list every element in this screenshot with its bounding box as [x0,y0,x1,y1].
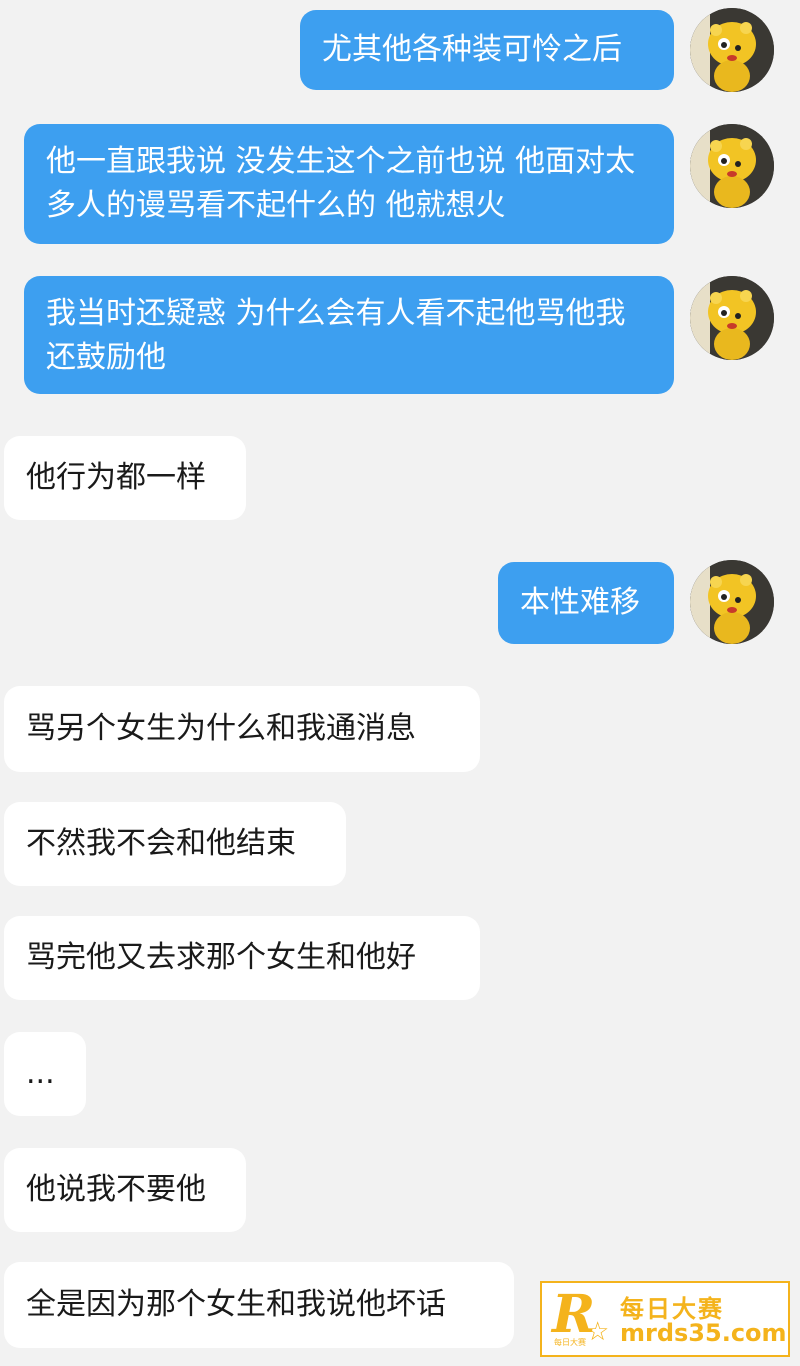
watermark-logo-caption: 每日大赛 [554,1338,586,1347]
received-message-bubble[interactable]: ... [4,1032,86,1116]
user-avatar[interactable] [690,560,774,644]
user-avatar[interactable] [690,124,774,208]
cartoon-character-avatar-icon [690,560,774,644]
sent-message-bubble[interactable]: 我当时还疑惑 为什么会有人看不起他骂他我还鼓励他 [24,276,674,394]
chat-message-list: 尤其他各种装可怜之后 他一直跟我说 没发生这个之前也说 他面对太多人的谩骂看不起… [0,0,800,1366]
user-avatar[interactable] [690,276,774,360]
star-icon: ☆ [586,1317,610,1347]
watermark-url: mrds35.com [620,1319,787,1347]
cartoon-character-avatar-icon [690,276,774,360]
received-message-bubble[interactable]: 不然我不会和他结束 [4,802,346,886]
sent-message-bubble[interactable]: 他一直跟我说 没发生这个之前也说 他面对太多人的谩骂看不起什么的 他就想火 [24,124,674,244]
cartoon-character-avatar-icon [690,124,774,208]
received-message-bubble[interactable]: 他行为都一样 [4,436,246,520]
sent-message-bubble[interactable]: 本性难移 [498,562,674,644]
received-message-bubble[interactable]: 骂完他又去求那个女生和他好 [4,916,480,1000]
received-message-bubble[interactable]: 他说我不要他 [4,1148,246,1232]
received-message-bubble[interactable]: 骂另个女生为什么和我通消息 [4,686,480,772]
sent-message-bubble[interactable]: 尤其他各种装可怜之后 [300,10,674,90]
user-avatar[interactable] [690,8,774,92]
site-watermark: R ☆ 每日大赛 每日大赛 mrds35.com [540,1281,790,1357]
received-message-bubble[interactable]: 全是因为那个女生和我说他坏话 [4,1262,514,1348]
cartoon-character-avatar-icon [690,8,774,92]
